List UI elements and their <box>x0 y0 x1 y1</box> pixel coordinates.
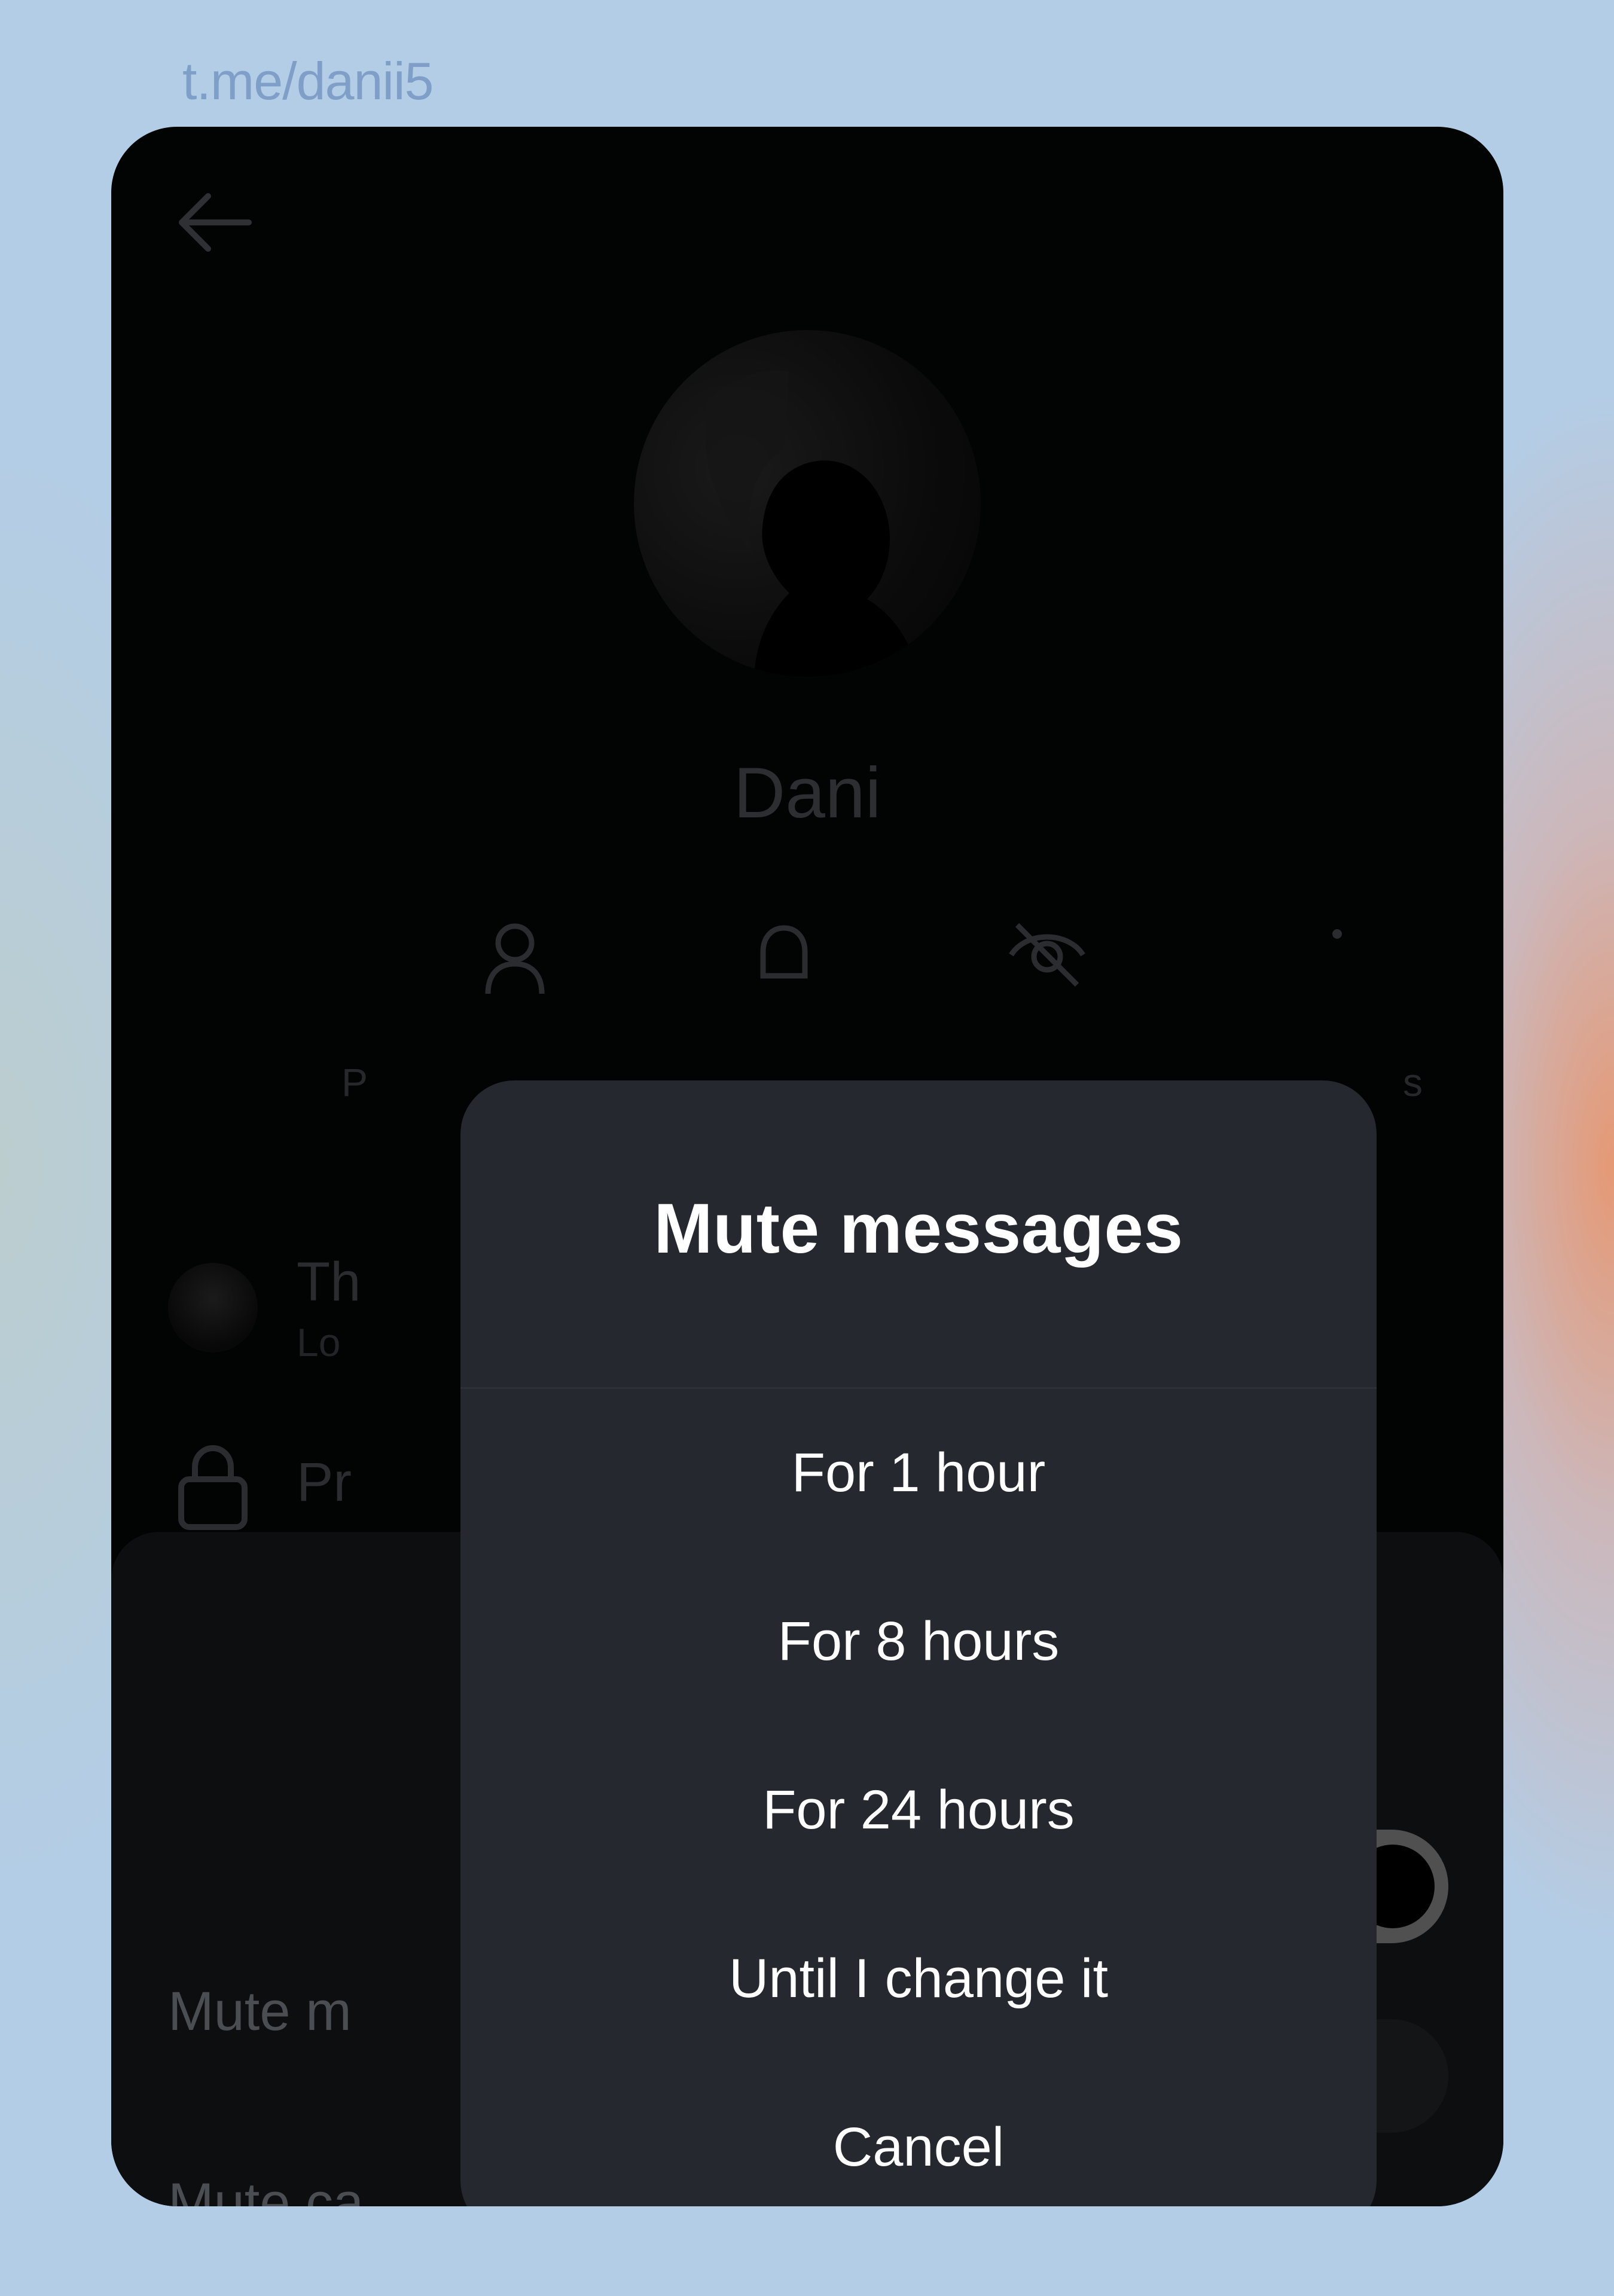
eye-off-icon[interactable] <box>1002 910 1092 1000</box>
bell-icon[interactable] <box>739 910 829 1000</box>
lock-icon <box>178 1445 248 1530</box>
mute-messages-label: Mute m <box>168 1981 352 2042</box>
theme-row-subtitle: Lo <box>297 1320 341 1364</box>
back-arrow-icon[interactable] <box>171 181 255 264</box>
cancel-button[interactable]: Cancel <box>460 2063 1377 2206</box>
avatar-silhouette <box>706 370 919 677</box>
theme-row-title[interactable]: Th <box>297 1251 361 1314</box>
theme-thumbnail <box>168 1263 258 1352</box>
privacy-row-label[interactable]: Pr <box>297 1451 352 1514</box>
profile-name: Dani <box>733 753 881 833</box>
mute-messages-dialog: Mute messages For 1 hour For 8 hours For… <box>460 1080 1377 2206</box>
mute-calls-label: Mute ca <box>168 2172 364 2206</box>
option-8-hours[interactable]: For 8 hours <box>460 1557 1377 1726</box>
option-24-hours[interactable]: For 24 hours <box>460 1726 1377 1894</box>
more-icon[interactable] <box>1271 910 1361 1000</box>
avatar[interactable] <box>634 330 981 677</box>
action-label-more: s <box>1403 1060 1423 1104</box>
background-frame: t.me/danii5 Dani P s Th Lo Pr Mute m Mut… <box>0 0 1614 2296</box>
profile-icon[interactable] <box>470 910 560 1000</box>
action-label-profile: P <box>341 1060 368 1104</box>
phone-screen: Dani P s Th Lo Pr Mute m Mute ca Mute me… <box>111 127 1503 2206</box>
option-1-hour[interactable]: For 1 hour <box>460 1388 1377 1557</box>
option-until-change[interactable]: Until I change it <box>460 1894 1377 2063</box>
dialog-title: Mute messages <box>654 1189 1183 1268</box>
watermark-text: t.me/danii5 <box>182 51 434 111</box>
